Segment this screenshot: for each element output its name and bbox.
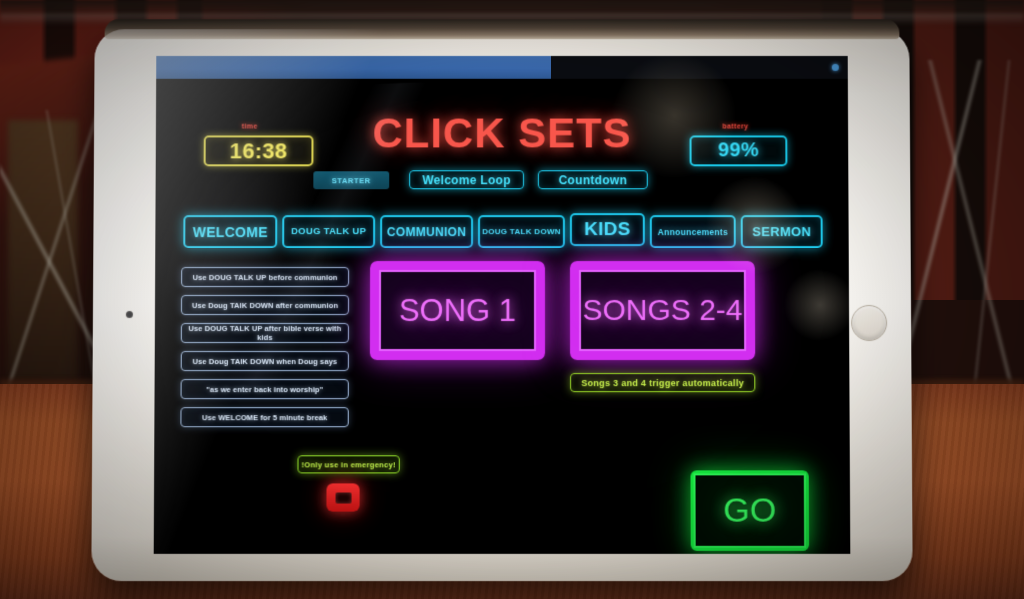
auto-trigger-note: Songs 3 and 4 trigger automatically [570, 373, 756, 393]
welcome-loop-button[interactable]: Welcome Loop [409, 170, 524, 190]
cue-button-doug-talk-down[interactable]: DOUG TALK DOWN [478, 215, 565, 249]
cue-button-doug-talk-up[interactable]: DOUG TALK UP [282, 215, 376, 249]
starter-button[interactable]: STARTER [313, 171, 390, 190]
cue-button-sermon[interactable]: SERMON [740, 215, 823, 249]
countdown-button[interactable]: Countdown [537, 170, 648, 190]
room-scene: CLICK SETS time 16:38 battery 99% STARTE… [0, 0, 1024, 599]
songs-2-4-label: SONGS 2-4 [578, 270, 747, 352]
cue-button-communion[interactable]: COMMUNION [380, 215, 474, 249]
progress-fill [156, 55, 551, 79]
instruction-note: Use Doug TAlK DOWN when Doug says [180, 351, 349, 372]
emergency-stop-button[interactable] [326, 483, 360, 512]
ipad-device: CLICK SETS time 16:38 battery 99% STARTE… [91, 19, 913, 582]
cue-button-welcome[interactable]: WELCOME [183, 215, 278, 249]
songs-2-4-button[interactable]: SONGS 2-4 [569, 261, 756, 361]
time-label: time [241, 123, 258, 131]
playback-progress-bar[interactable] [156, 55, 848, 79]
status-indicator-dot [831, 63, 839, 71]
go-button-label: GO [693, 473, 807, 548]
app-screen: CLICK SETS time 16:38 battery 99% STARTE… [153, 55, 851, 554]
home-button[interactable] [851, 304, 888, 342]
instruction-note: Use DOUG TALK UP before communion [181, 267, 350, 288]
instruction-note: Use WELCOME for 5 minute break [180, 407, 349, 428]
time-display: 16:38 [203, 135, 314, 167]
go-button[interactable]: GO [690, 470, 810, 551]
emergency-warning-label: !Only use in emergency! [297, 455, 400, 474]
cue-button-kids[interactable]: KIDS [569, 213, 645, 247]
instruction-note: Use Doug TAlK DOWN after communion [180, 295, 350, 315]
ipad-top-edge [104, 19, 900, 40]
instruction-note: Use DOUG TALK UP after bible verse with … [180, 323, 349, 344]
battery-label: battery [722, 123, 749, 131]
song-1-button[interactable]: SONG 1 [369, 261, 546, 361]
song-1-label: SONG 1 [378, 270, 537, 352]
instruction-note: "as we enter back into worship" [180, 379, 349, 400]
stop-square-icon [335, 491, 352, 504]
front-camera-icon [125, 310, 133, 318]
cue-button-announcements[interactable]: Announcements [649, 215, 736, 249]
battery-display: 99% [689, 135, 788, 167]
